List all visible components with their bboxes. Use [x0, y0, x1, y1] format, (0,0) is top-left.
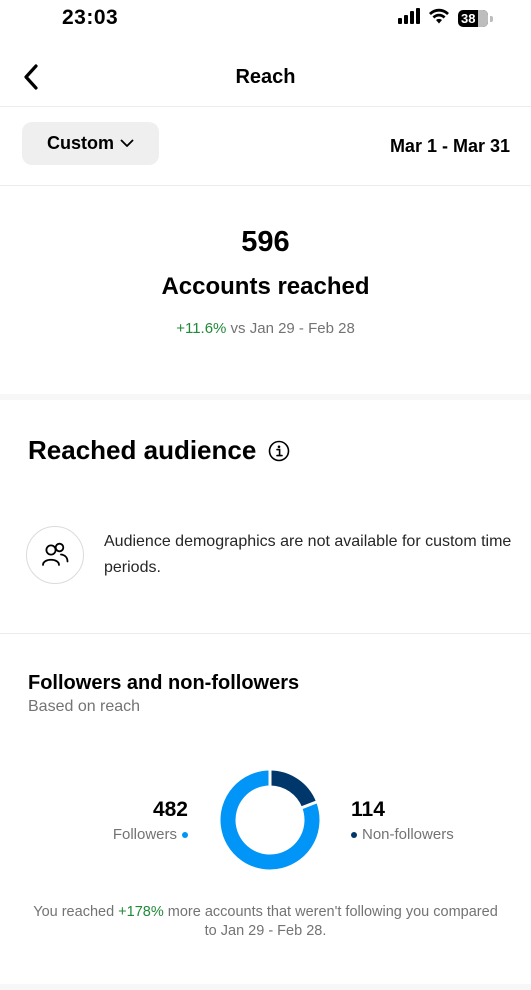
accounts-reached-count: 596 — [241, 226, 290, 258]
date-preset-dropdown[interactable]: Custom — [22, 122, 159, 165]
battery-level-text: 38 — [461, 11, 476, 26]
section-separator — [0, 633, 531, 634]
reach-change-percent: +11.6% — [176, 320, 227, 337]
followers-section-title: Followers and non-followers — [28, 672, 300, 694]
filter-row: Custom Mar 1 - Mar 31 — [0, 107, 531, 186]
bottom-divider — [0, 984, 531, 990]
date-range: Mar 1 - Mar 31 — [389, 136, 510, 156]
battery-tip — [490, 15, 493, 22]
non-followers-dot — [351, 831, 357, 838]
status-icons: 38 — [398, 8, 493, 29]
non-followers-label: Non-followers — [362, 826, 454, 843]
page-title: Reach — [235, 66, 296, 88]
note-highlight: +178% — [118, 904, 164, 920]
reached-audience-title: Reached audience — [28, 435, 257, 465]
followers-section-subtitle: Based on reach — [28, 698, 141, 715]
info-icon[interactable] — [268, 440, 290, 462]
status-bar: 23:03 38 — [0, 0, 531, 40]
date-preset-label: Custom — [47, 133, 114, 153]
signal-icon — [398, 8, 420, 29]
followers-dot — [182, 831, 188, 838]
status-time: 23:03 — [62, 6, 119, 29]
non-followers-stat: 114 Non-followers — [351, 798, 454, 843]
followers-legend: Followers — [113, 826, 188, 843]
reach-comparison: vs Jan 29 - Feb 28 — [226, 320, 355, 337]
accounts-reached-label: Accounts reached — [161, 273, 370, 300]
followers-donut-chart — [220, 769, 320, 870]
followers-label: Followers — [112, 826, 177, 843]
wifi-icon — [428, 8, 450, 29]
followers-stat: 482 Followers — [113, 798, 188, 843]
people-icon — [26, 526, 84, 584]
followers-note: You reached +178% more accounts that wer… — [30, 903, 501, 941]
chevron-down-icon — [120, 139, 134, 147]
followers-count: 482 — [152, 798, 188, 821]
followers-chart: 482 Followers 114 Non-followers — [0, 760, 531, 910]
non-followers-legend: Non-followers — [351, 826, 454, 843]
demographics-notice: Audience demographics are not available … — [26, 522, 511, 586]
non-followers-slice — [269, 770, 317, 808]
battery-icon: 38 — [458, 10, 488, 27]
nav-bar: Reach — [0, 50, 531, 107]
section-divider — [0, 394, 531, 400]
reach-summary: 596 Accounts reached +11.6% vs Jan 29 - … — [0, 186, 531, 396]
note-suffix: more accounts that weren't following you… — [163, 904, 498, 939]
non-followers-count: 114 — [351, 798, 385, 821]
reached-audience-heading: Reached audience — [28, 435, 290, 466]
demographics-notice-text: Audience demographics are not available … — [104, 533, 512, 576]
note-prefix: You reached — [33, 904, 119, 920]
reach-change: +11.6% vs Jan 29 - Feb 28 — [0, 320, 531, 337]
